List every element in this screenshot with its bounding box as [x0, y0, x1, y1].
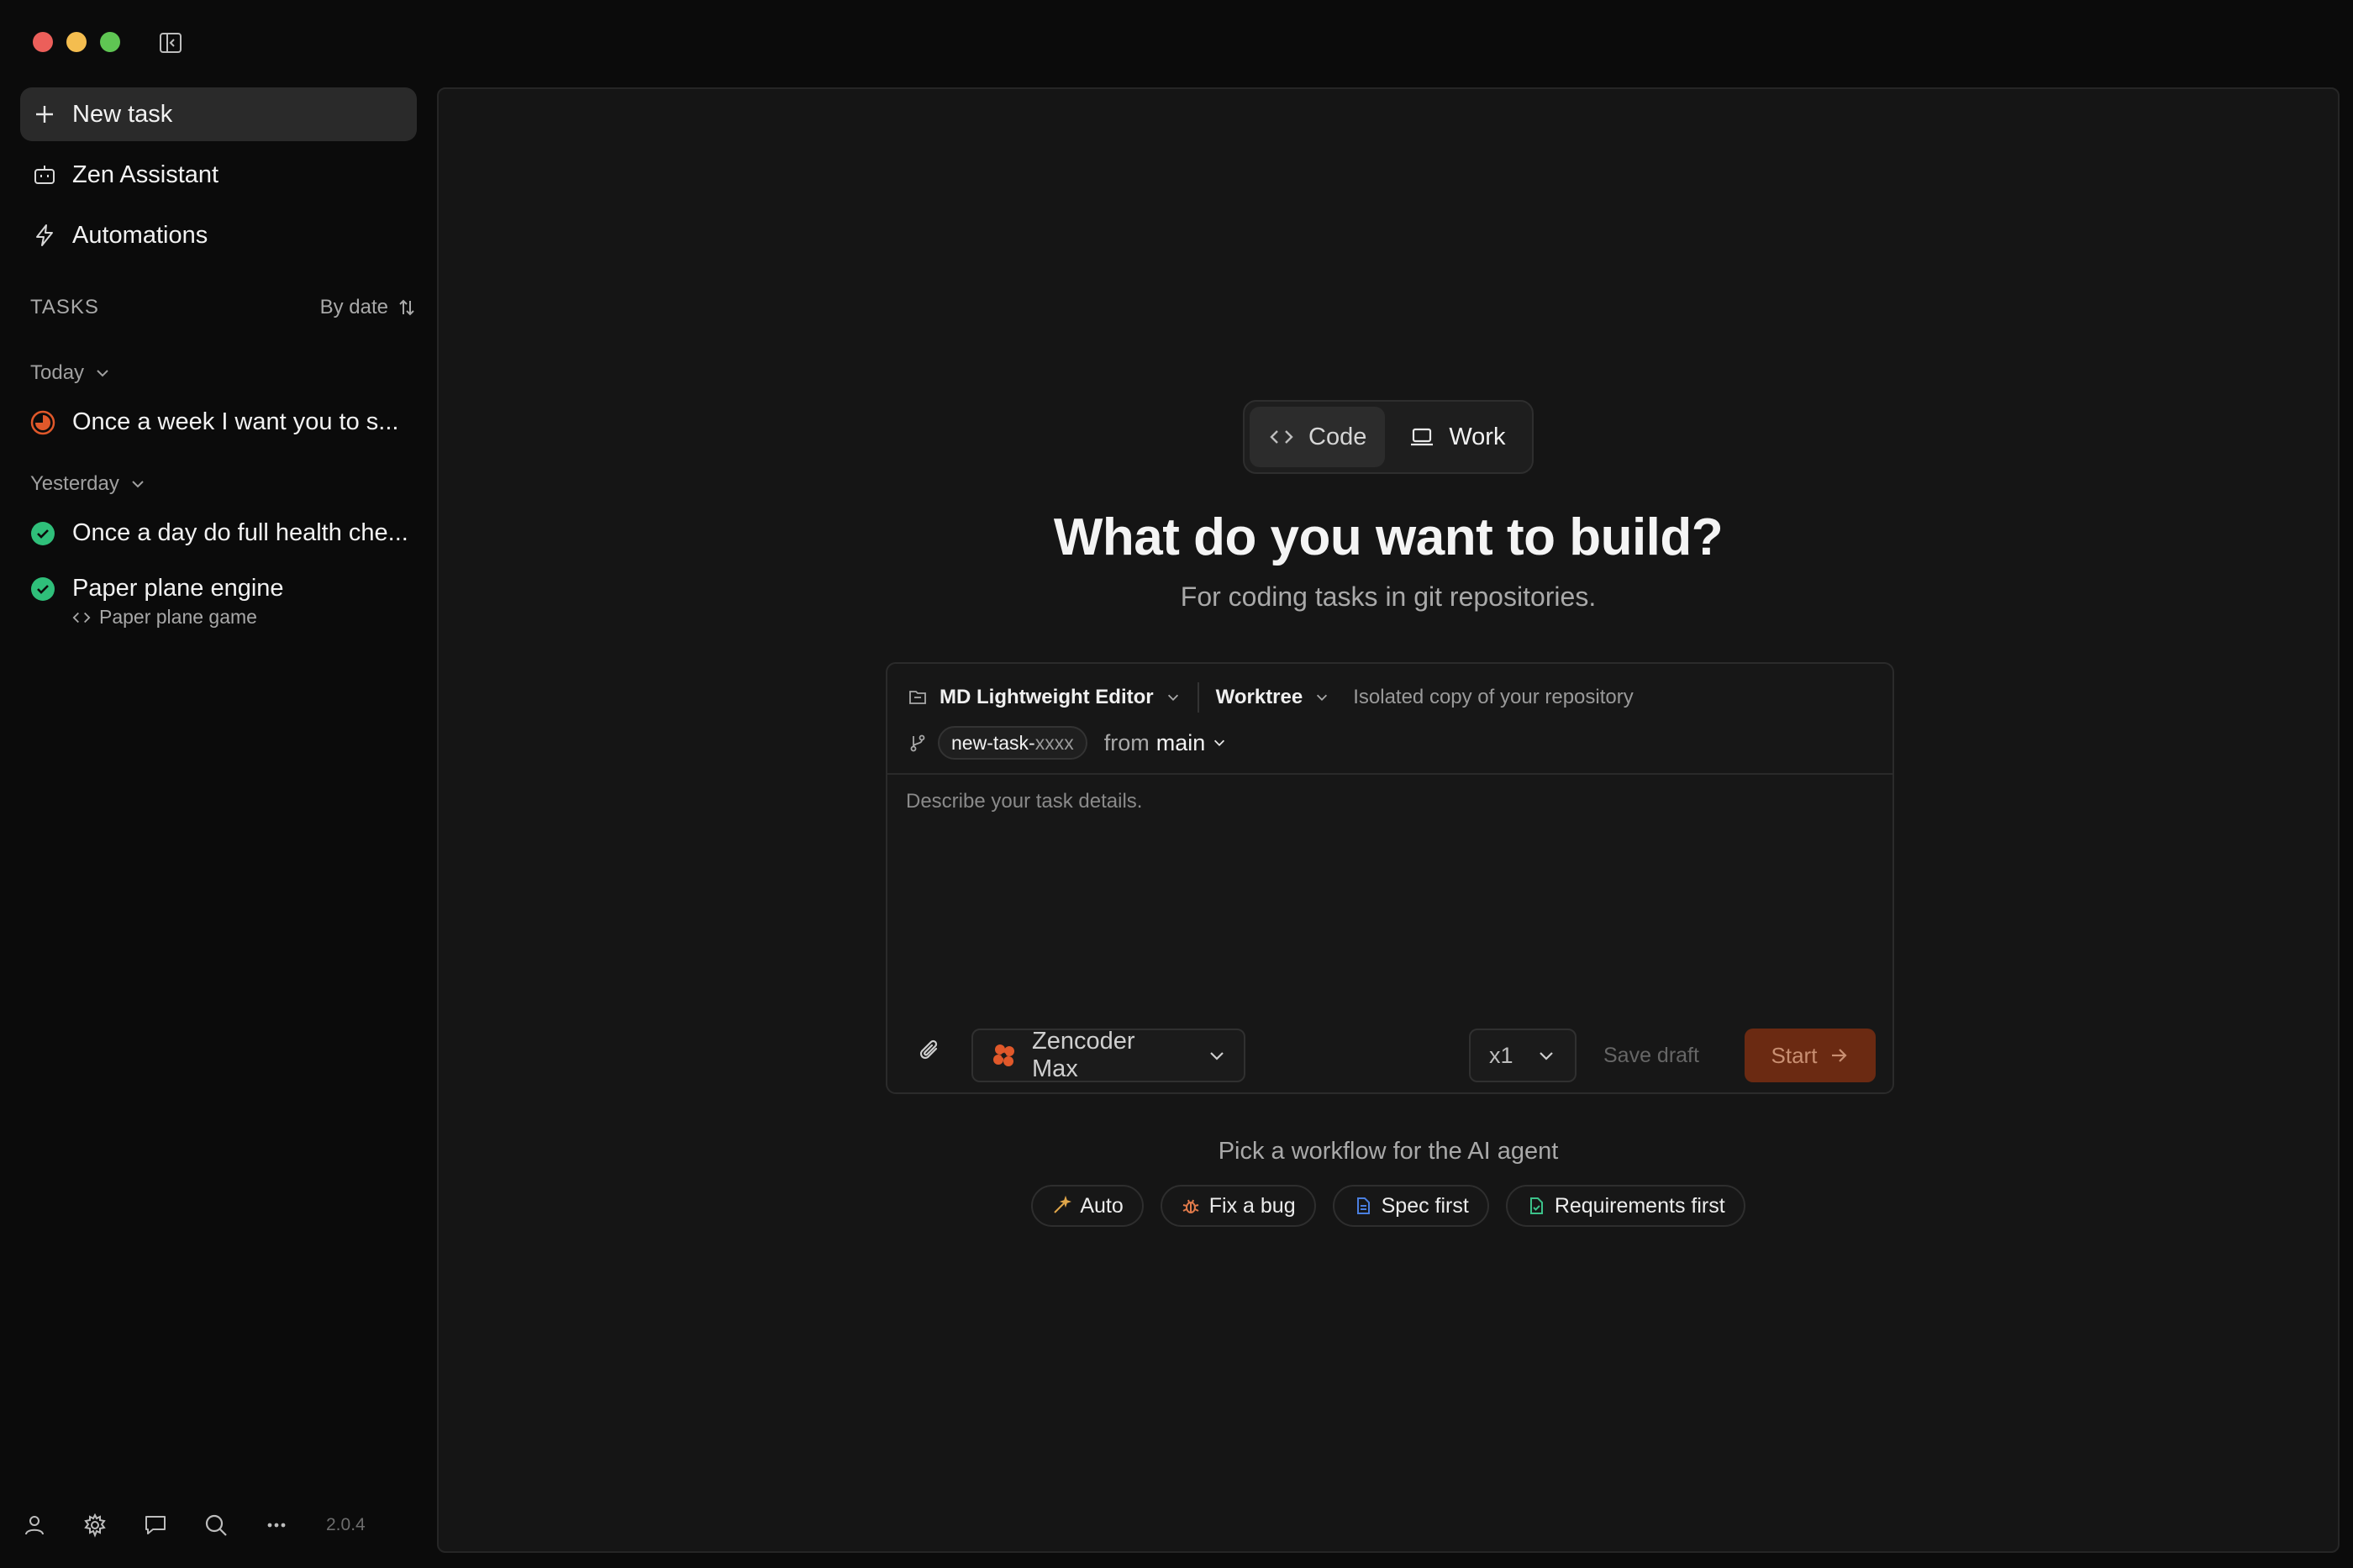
chat-icon[interactable] [143, 1513, 168, 1538]
workflow-options: Auto Fix a bug Spec first Requirements f… [439, 1185, 2338, 1227]
run-count: x1 [1489, 1042, 1513, 1068]
gear-icon[interactable] [82, 1513, 108, 1538]
workflow-requirements-first-button[interactable]: Requirements first [1505, 1185, 1745, 1227]
sort-label: By date [319, 296, 388, 318]
chevron-down-icon [1166, 690, 1181, 705]
from-label: from [1103, 729, 1150, 755]
task-description-input[interactable] [906, 790, 1872, 958]
worktree-select[interactable]: Worktree [1216, 686, 1303, 709]
workflow-label: Requirements first [1554, 1193, 1725, 1218]
document-check-icon [1526, 1196, 1546, 1216]
search-icon[interactable] [203, 1513, 229, 1538]
divider [887, 773, 1892, 775]
tab-label: Code [1308, 423, 1367, 450]
repository-icon [908, 687, 928, 708]
sort-by-date-button[interactable]: By date [320, 296, 417, 319]
workflow-auto-button[interactable]: Auto [1031, 1185, 1144, 1227]
app-version: 2.0.4 [326, 1515, 366, 1534]
tasks-header: TASKS By date [30, 296, 417, 319]
tab-code[interactable]: Code [1250, 407, 1386, 467]
sidebar-footer: 2.0.4 [22, 1513, 366, 1538]
mode-toggle: Code Work [1243, 400, 1534, 474]
base-branch-select[interactable]: from main [1104, 730, 1228, 756]
task-item[interactable]: Once a week I want you to s... [30, 408, 417, 436]
sidebar: New task Zen Assistant Automations TASKS… [0, 0, 433, 1568]
workflow-label: Auto [1080, 1193, 1124, 1218]
more-icon[interactable] [264, 1513, 289, 1538]
worktree-hint: Isolated copy of your repository [1353, 686, 1634, 708]
tab-work[interactable]: Work [1390, 407, 1524, 467]
task-name: Paper plane engine [72, 575, 284, 602]
check-circle-icon [30, 521, 55, 546]
workflow-label: Fix a bug [1208, 1193, 1296, 1218]
task-item[interactable]: Once a day do full health che... [30, 519, 417, 547]
branch-name: new-task- [951, 731, 1035, 754]
sidebar-item-zen-assistant[interactable]: Zen Assistant [20, 148, 417, 202]
laptop-icon [1408, 424, 1435, 450]
wand-icon [1051, 1196, 1072, 1216]
model-name: Zencoder Max [1032, 1028, 1135, 1082]
branch-suffix: xxxx [1034, 731, 1074, 754]
page-subtitle: For coding tasks in git repositories. [1180, 581, 1597, 612]
paperclip-icon[interactable] [916, 1037, 945, 1066]
chevron-down-icon [1212, 735, 1227, 750]
start-button[interactable]: Start [1745, 1029, 1876, 1082]
run-count-select[interactable]: x1 [1469, 1029, 1577, 1082]
task-project: Paper plane game [99, 606, 257, 628]
new-task-button[interactable]: New task [20, 87, 417, 141]
new-task-label: New task [72, 100, 173, 128]
user-icon[interactable] [22, 1513, 47, 1538]
divider [1197, 682, 1199, 713]
repo-settings-row: MD Lightweight Editor Worktree Isolated … [908, 681, 1634, 714]
in-progress-icon [30, 410, 55, 435]
check-circle-icon [30, 576, 55, 602]
task-composer: MD Lightweight Editor Worktree Isolated … [886, 662, 1894, 1094]
workflow-spec-first-button[interactable]: Spec first [1332, 1185, 1489, 1227]
chevron-down-icon [94, 365, 111, 381]
zencoder-logo-icon [990, 1041, 1019, 1070]
sidebar-item-label: Zen Assistant [72, 160, 219, 188]
base-branch: main [1155, 729, 1206, 755]
save-draft-button[interactable]: Save draft [1603, 1029, 1699, 1082]
robot-icon [32, 162, 57, 187]
tab-label: Work [1449, 423, 1506, 450]
tasks-title: TASKS [30, 296, 99, 318]
task-subtitle: Paper plane game [72, 606, 408, 629]
main-panel: Code Work What do you want to build? For… [437, 87, 2340, 1553]
sidebar-item-label: Automations [72, 221, 208, 249]
group-label: Yesterday [30, 472, 119, 495]
page-title: What do you want to build? [1053, 508, 1724, 566]
sidebar-item-automations[interactable]: Automations [20, 208, 417, 262]
group-label: Today [30, 361, 85, 384]
chevron-down-icon [1314, 690, 1329, 705]
lightning-icon [32, 223, 57, 248]
workflow-fix-bug-button[interactable]: Fix a bug [1160, 1185, 1316, 1227]
arrow-right-icon [1829, 1045, 1849, 1066]
workflow-label: Spec first [1381, 1193, 1469, 1218]
bug-icon [1181, 1196, 1201, 1216]
document-icon [1353, 1196, 1373, 1216]
task-name: Once a day do full health che... [72, 519, 408, 546]
code-icon [1268, 424, 1295, 450]
repo-select[interactable]: MD Lightweight Editor [940, 686, 1154, 709]
git-branch-icon [908, 733, 928, 753]
chevron-down-icon [1207, 1045, 1227, 1066]
chevron-down-icon [129, 476, 146, 492]
task-name: Once a week I want you to s... [72, 408, 399, 435]
chevron-down-icon [1536, 1045, 1556, 1066]
code-icon [72, 608, 91, 627]
plus-icon [32, 102, 57, 127]
branch-row: new-task-xxxx from main [908, 724, 1227, 761]
branch-name-input[interactable]: new-task-xxxx [938, 726, 1087, 760]
workflow-label: Pick a workflow for the AI agent [1218, 1138, 1559, 1165]
start-label: Start [1771, 1042, 1818, 1068]
group-yesterday-toggle[interactable]: Yesterday [30, 472, 146, 496]
sort-arrows-icon [397, 297, 417, 318]
task-item[interactable]: Paper plane engine Paper plane game [30, 575, 417, 629]
group-today-toggle[interactable]: Today [30, 361, 111, 385]
model-select[interactable]: Zencoder Max [971, 1028, 1245, 1082]
